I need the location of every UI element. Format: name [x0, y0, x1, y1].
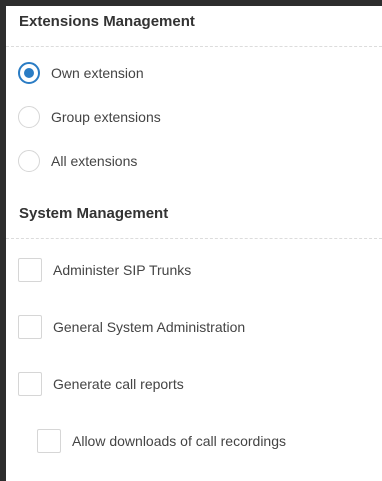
- checkbox-administer-sip-trunks[interactable]: Administer SIP Trunks: [18, 258, 191, 282]
- checkbox-label-general-system-administration: General System Administration: [53, 319, 246, 335]
- radio-own-extension[interactable]: Own extension: [18, 61, 144, 85]
- checkbox-label-generate-call-reports: Generate call reports: [53, 376, 184, 392]
- checkbox-unchecked-icon[interactable]: [37, 429, 61, 453]
- radio-checked-icon[interactable]: [18, 62, 40, 84]
- system-management-title: System Management: [19, 205, 169, 222]
- extensions-management-title: Extensions Management: [19, 13, 195, 30]
- radio-unchecked-icon[interactable]: [18, 150, 40, 172]
- radio-label-all-extensions: All extensions: [51, 153, 138, 169]
- checkbox-unchecked-icon[interactable]: [18, 258, 42, 282]
- section-divider: [6, 46, 382, 47]
- checkbox-label-administer-sip-trunks: Administer SIP Trunks: [53, 262, 192, 278]
- radio-all-extensions[interactable]: All extensions: [18, 149, 137, 173]
- radio-label-group-extensions: Group extensions: [51, 109, 161, 125]
- checkbox-general-system-administration[interactable]: General System Administration: [18, 315, 245, 339]
- permissions-panel: Extensions Management Own extension Grou…: [6, 6, 382, 481]
- radio-unchecked-icon[interactable]: [18, 106, 40, 128]
- checkbox-generate-call-reports[interactable]: Generate call reports: [18, 372, 184, 396]
- section-divider: [6, 238, 382, 239]
- checkbox-unchecked-icon[interactable]: [18, 372, 42, 396]
- checkbox-label-allow-downloads-call-recordings: Allow downloads of call recordings: [72, 433, 286, 449]
- radio-label-own-extension: Own extension: [51, 65, 144, 81]
- checkbox-allow-downloads-call-recordings[interactable]: Allow downloads of call recordings: [37, 429, 286, 453]
- radio-group-extensions[interactable]: Group extensions: [18, 105, 161, 129]
- checkbox-unchecked-icon[interactable]: [18, 315, 42, 339]
